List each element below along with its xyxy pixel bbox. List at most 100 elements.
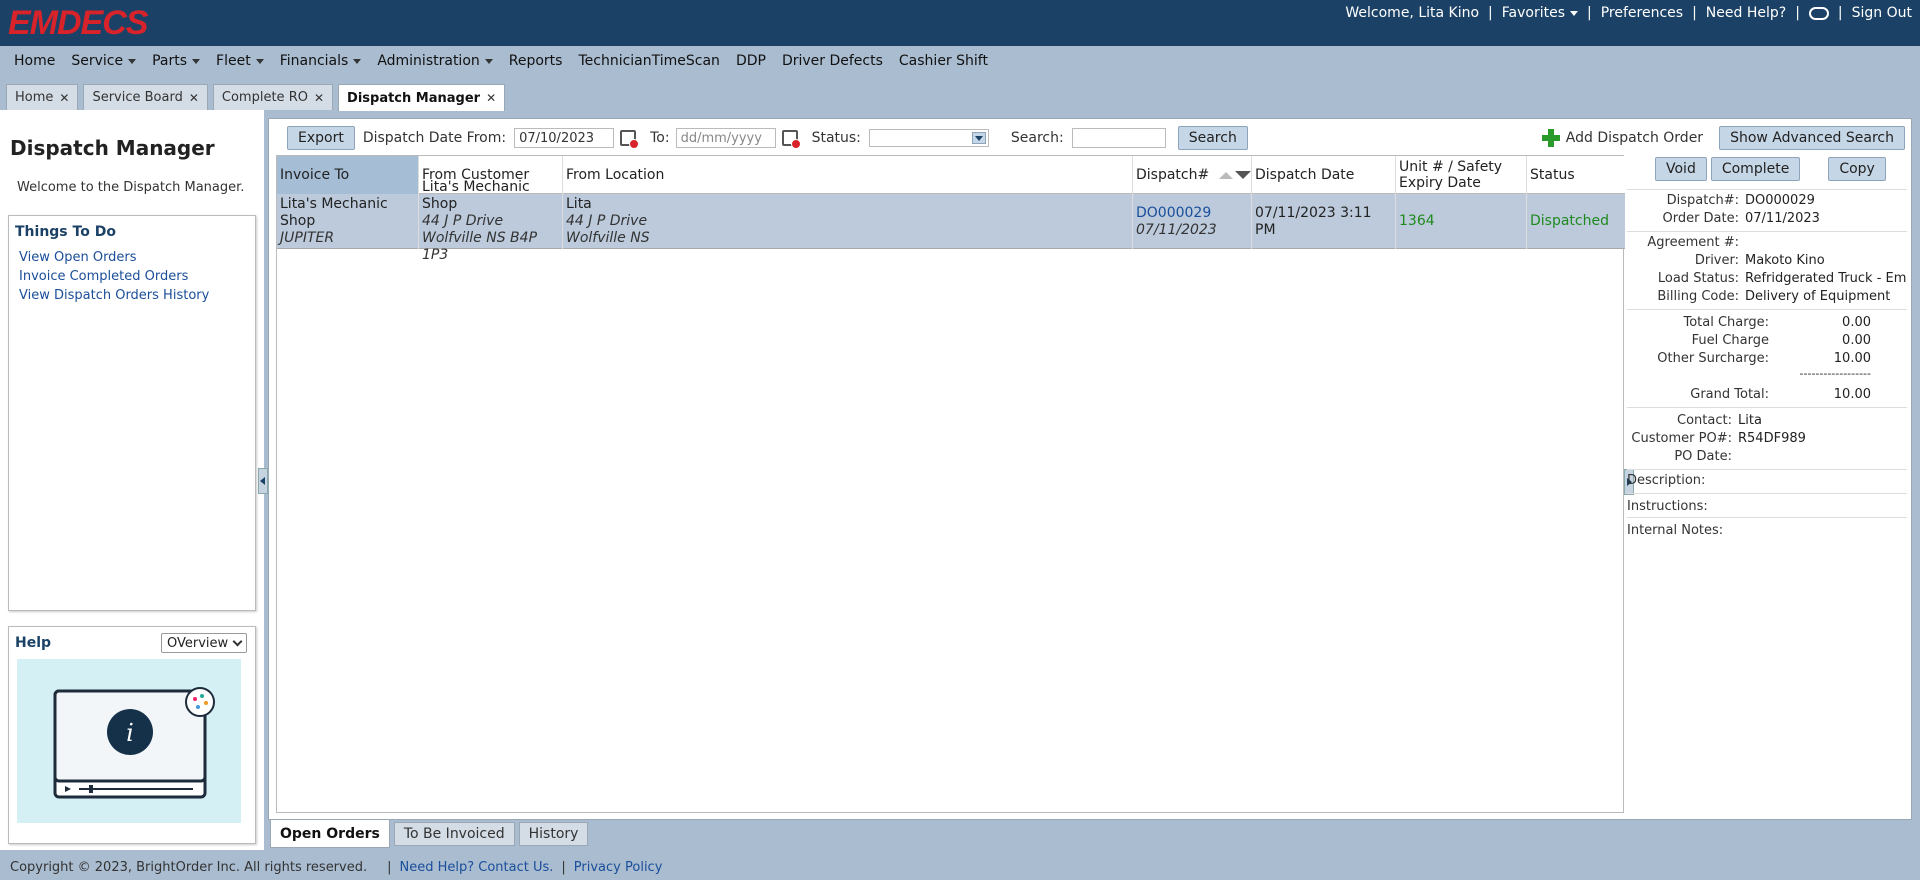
cell-invoice-to: Lita's Mechanic Shop JUPITER [277,194,419,249]
totals-dashes: ------------------ [1799,367,1871,380]
close-icon[interactable]: ✕ [59,91,69,105]
column-header-status[interactable]: Status [1527,156,1625,194]
need-help-link[interactable]: Need Help? [1706,5,1786,21]
bottom-tab-bar: Open Orders To Be Invoiced History [270,820,592,848]
table-row[interactable]: Lita's Mechanic Shop JUPITER Lita's Mech… [277,179,1625,263]
void-button[interactable]: Void [1655,157,1707,181]
load-status-value: Refridgerated Truck - Em [1745,271,1907,286]
menu-item-financials[interactable]: Financials [272,53,370,69]
divider [1627,469,1907,470]
sort-ascending-icon [1219,171,1234,179]
emdecs-logo[interactable]: EMDECS [8,4,148,43]
menu-item-ddp[interactable]: DDP [728,53,774,69]
search-input[interactable] [1071,128,1166,148]
tab-label: Dispatch Manager [347,90,481,106]
cell-dispatch-no: DO000029 07/11/2023 [1133,194,1252,249]
other-surcharge-value: 10.00 [1833,351,1871,366]
invoice-completed-orders-link[interactable]: Invoice Completed Orders [19,269,209,284]
menu-item-cashier-shift[interactable]: Cashier Shift [891,53,996,69]
collapse-left-panel-handle[interactable] [258,468,268,494]
tab-home[interactable]: Home ✕ [6,84,79,110]
chevron-down-icon [484,58,493,64]
other-surcharge-row: Other Surcharge: 10.00 [1627,351,1907,366]
driver-row: Driver: Makoto Kino [1627,253,1907,268]
dispatch-no-row: Dispatch#: DO000029 [1627,193,1907,208]
grand-total-label: Grand Total: [1690,387,1769,402]
menu-item-home[interactable]: Home [6,53,63,69]
favorites-menu[interactable]: Favorites [1502,5,1579,21]
sign-out-link[interactable]: Sign Out [1852,5,1912,21]
show-advanced-search-button[interactable]: Show Advanced Search [1719,126,1905,150]
totals-dashes-row: ------------------ [1627,367,1907,380]
close-icon[interactable]: ✕ [486,91,496,105]
calendar-icon[interactable] [781,130,801,149]
copy-button[interactable]: Copy [1828,157,1886,181]
separator: | [561,860,566,875]
date-from-input[interactable]: 07/10/2023 [514,128,615,148]
privacy-policy-link[interactable]: Privacy Policy [574,860,663,875]
customer-address-line2: Wolfville NS B4P 1P3 [422,230,538,263]
menu-item-service[interactable]: Service [63,53,144,69]
export-button[interactable]: Export [287,126,355,150]
billing-code-row: Billing Code: Delivery of Equipment [1627,289,1907,304]
order-date-value: 07/11/2023 [1745,211,1820,226]
chevron-down-icon [232,636,243,647]
copyright-text: Copyright © 2023, BrightOrder Inc. All r… [10,860,368,875]
menu-item-techniciantimescan[interactable]: TechnicianTimeScan [570,53,727,69]
status-select[interactable] [868,129,989,147]
separator: | [1587,5,1592,21]
unit-link[interactable]: 1364 [1399,213,1523,230]
dispatch-no-link[interactable]: DO000029 [1136,205,1248,222]
customer-po-label: Customer PO#: [1631,431,1732,446]
complete-button[interactable]: Complete [1710,157,1801,181]
tab-open-orders[interactable]: Open Orders [270,820,390,848]
menu-item-label: Home [14,53,56,69]
load-status-label: Load Status: [1657,271,1739,286]
column-header-invoice-to[interactable]: Invoice To [277,156,419,194]
customer-po-row: Customer PO#: R54DF989 [1627,431,1907,446]
menu-item-fleet[interactable]: Fleet [208,53,272,69]
column-header-dispatch-no[interactable]: Dispatch# [1133,156,1252,194]
column-header-dispatch-date[interactable]: Dispatch Date [1252,156,1396,194]
column-header-unit-safety-expiry[interactable]: Unit # / Safety Expiry Date [1396,156,1527,194]
menu-item-reports[interactable]: Reports [501,53,571,69]
chevron-down-icon [971,132,986,144]
load-status-row: Load Status: Refridgerated Truck - Em [1627,271,1907,286]
tab-dispatch-manager[interactable]: Dispatch Manager ✕ [338,84,506,111]
chat-icon[interactable] [1808,6,1829,20]
tab-label: Complete RO [221,90,308,105]
things-to-do-title: Things To Do [15,224,116,240]
menu-item-driver-defects[interactable]: Driver Defects [774,53,891,69]
view-dispatch-history-link[interactable]: View Dispatch Orders History [19,288,209,303]
status-badge: Dispatched [1530,213,1609,229]
dispatch-no-date: 07/11/2023 [1136,221,1217,238]
customer-address-line1: 44 J P Drive [422,213,504,229]
tab-service-board[interactable]: Service Board ✕ [83,84,208,110]
tab-complete-ro[interactable]: Complete RO ✕ [212,84,334,110]
main-menu: Home Service Parts Fleet Financials Administr… [0,46,1920,76]
calendar-icon[interactable] [620,130,640,149]
view-open-orders-link[interactable]: View Open Orders [19,250,209,265]
menu-item-administration[interactable]: Administration [369,53,500,69]
help-topic-select[interactable]: OVerview [161,633,247,653]
total-charge-value: 0.00 [1842,315,1871,330]
help-video-thumbnail[interactable]: i [17,659,241,823]
close-icon[interactable]: ✕ [189,91,199,105]
menu-item-label: DDP [735,53,766,69]
sort-icon[interactable] [1219,171,1252,179]
close-icon[interactable]: ✕ [314,91,324,105]
need-help-contact-link[interactable]: Need Help? Contact Us. [400,860,554,875]
search-button[interactable]: Search [1177,126,1248,150]
dispatch-no-value[interactable]: DO000029 [1745,193,1815,208]
preferences-link[interactable]: Preferences [1601,5,1683,21]
invoice-to-name: Lita's Mechanic Shop [280,196,388,229]
date-to-input[interactable]: dd/mm/yyyy [675,128,776,148]
po-date-label: PO Date: [1674,449,1732,464]
add-dispatch-order-button[interactable]: Add Dispatch Order [1541,129,1703,147]
dispatch-date-value: 07/11/2023 3:11 PM [1255,204,1372,238]
location-name: Lita [566,196,592,212]
column-header-from-location[interactable]: From Location [563,156,1133,194]
tab-to-be-invoiced[interactable]: To Be Invoiced [393,822,515,846]
tab-history[interactable]: History [518,822,589,846]
menu-item-parts[interactable]: Parts [144,53,208,69]
